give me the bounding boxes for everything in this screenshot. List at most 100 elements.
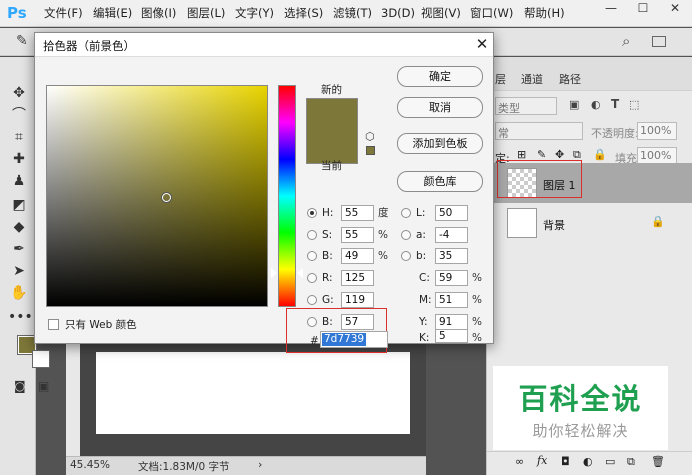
- drop-icon[interactable]: ◆: [8, 217, 30, 237]
- tab-channels[interactable]: 通道: [521, 71, 543, 87]
- minimize-button[interactable]: —: [596, 0, 626, 18]
- input-r[interactable]: 125: [341, 270, 374, 286]
- filter-pixel-icon[interactable]: ▣: [569, 98, 579, 111]
- new-layer-icon[interactable]: ⧉: [627, 455, 635, 469]
- filter-type-icon[interactable]: T: [611, 97, 619, 111]
- fx-icon[interactable]: fx: [537, 454, 547, 467]
- gamut-swatch[interactable]: [366, 146, 375, 155]
- unit-h: 度: [378, 207, 389, 219]
- stamp-icon[interactable]: ♟: [8, 171, 30, 191]
- filter-shape-icon[interactable]: ⬚: [629, 98, 639, 111]
- input-a[interactable]: -4: [435, 227, 468, 243]
- menu-type[interactable]: 文字(Y): [235, 5, 274, 22]
- tab-layers[interactable]: 层: [495, 71, 506, 87]
- crop-icon[interactable]: ⌗: [8, 127, 30, 147]
- input-l[interactable]: 50: [435, 205, 468, 221]
- menu-file[interactable]: 文件(F): [44, 5, 83, 22]
- radio-h[interactable]: [307, 208, 317, 218]
- input-b[interactable]: 49: [341, 248, 374, 264]
- menu-edit[interactable]: 编辑(E): [93, 5, 132, 22]
- menu-image[interactable]: 图像(I): [141, 5, 176, 22]
- radio-s[interactable]: [307, 230, 317, 240]
- watermark-title: 百科全说: [518, 382, 643, 416]
- color-picker-dialog: 拾色器（前景色） ✕ 新的 当前 ⬡ 确定 取消 添加到色板 颜色库 H: 55…: [34, 32, 494, 353]
- hue-slider-handle-right[interactable]: [297, 268, 303, 278]
- radio-a[interactable]: [401, 230, 411, 240]
- web-only-checkbox[interactable]: [48, 319, 59, 330]
- kind-filter-select[interactable]: 类型: [495, 97, 557, 115]
- search-icon[interactable]: ⌕: [622, 32, 630, 50]
- document-canvas[interactable]: [96, 352, 410, 434]
- color-field-cursor[interactable]: [162, 193, 171, 202]
- link-layers-icon[interactable]: ∞: [515, 455, 524, 468]
- unit-y: %: [472, 316, 482, 328]
- menu-3d[interactable]: 3D(D): [381, 5, 415, 22]
- eraser-icon[interactable]: ◩: [8, 195, 30, 215]
- zoom-level[interactable]: 45.45%: [70, 459, 110, 471]
- background-color-swatch[interactable]: [32, 350, 50, 368]
- more-icon[interactable]: •••: [8, 307, 33, 327]
- delete-layer-icon[interactable]: 🗑: [651, 455, 665, 468]
- radio-r[interactable]: [307, 273, 317, 283]
- quick-mask-icon[interactable]: ◙: [14, 379, 26, 393]
- label-r: R:: [322, 272, 333, 284]
- hue-slider-handle-left[interactable]: [271, 268, 277, 278]
- radio-b[interactable]: [307, 251, 317, 261]
- dialog-title: 拾色器（前景色）: [43, 39, 135, 53]
- lasso-icon[interactable]: ⌒: [8, 105, 30, 125]
- healing-icon[interactable]: ✚: [8, 149, 30, 169]
- radio-lab-b[interactable]: [401, 251, 411, 261]
- menu-help[interactable]: 帮助(H): [524, 5, 565, 22]
- unit-m: %: [472, 294, 482, 306]
- layer-row-background[interactable]: 背景 🔒: [487, 203, 692, 243]
- cube-icon[interactable]: ⬡: [365, 130, 375, 143]
- eyedropper-icon[interactable]: ✎: [16, 33, 28, 49]
- restore-button[interactable]: ☐: [628, 0, 658, 18]
- input-c[interactable]: 59: [435, 270, 468, 286]
- menu-window[interactable]: 窗口(W): [470, 5, 513, 22]
- menu-select[interactable]: 选择(S): [284, 5, 323, 22]
- menu-layer[interactable]: 图层(L): [187, 5, 225, 22]
- label-l: L:: [416, 207, 426, 219]
- menu-filter[interactable]: 滤镜(T): [333, 5, 372, 22]
- hand-icon[interactable]: ✋: [8, 283, 30, 303]
- hue-slider[interactable]: [278, 85, 296, 307]
- input-k[interactable]: 5: [435, 329, 468, 343]
- label-lab-b: b:: [416, 250, 427, 262]
- workspace-icon[interactable]: [652, 36, 666, 47]
- add-to-swatches-button[interactable]: 添加到色板: [397, 133, 483, 154]
- opacity-input[interactable]: 100%: [637, 122, 677, 140]
- blend-mode-select[interactable]: 常: [495, 122, 583, 140]
- group-icon[interactable]: ▭: [605, 455, 615, 468]
- pen-icon[interactable]: ✒: [8, 239, 30, 259]
- label-h: H:: [322, 207, 334, 219]
- input-s[interactable]: 55: [341, 227, 374, 243]
- radio-g[interactable]: [307, 295, 317, 305]
- hex-input[interactable]: 7d7739: [320, 331, 388, 348]
- status-arrow-icon[interactable]: ›: [258, 458, 262, 471]
- input-lab-b[interactable]: 35: [435, 248, 468, 264]
- adjustment-icon[interactable]: ◐: [583, 455, 593, 468]
- window-close-button[interactable]: ✕: [660, 0, 690, 18]
- lock-all-icon[interactable]: 🔒: [593, 148, 607, 161]
- filter-adjust-icon[interactable]: ◐: [591, 98, 601, 111]
- dialog-close-button[interactable]: ✕: [473, 35, 491, 53]
- input-g[interactable]: 119: [341, 292, 374, 308]
- move-icon[interactable]: ✥: [8, 83, 30, 103]
- select-arrow-icon[interactable]: ➤: [8, 261, 30, 281]
- input-m[interactable]: 51: [435, 292, 468, 308]
- ok-button[interactable]: 确定: [397, 66, 483, 87]
- color-field[interactable]: [46, 85, 268, 307]
- screen-mode-icon[interactable]: ▣: [38, 379, 49, 393]
- radio-l[interactable]: [401, 208, 411, 218]
- color-libraries-button[interactable]: 颜色库: [397, 171, 483, 192]
- tab-paths[interactable]: 路径: [559, 71, 581, 87]
- menu-view[interactable]: 视图(V): [421, 5, 461, 22]
- unit-b: %: [378, 250, 388, 262]
- input-y[interactable]: 91: [435, 314, 468, 330]
- cancel-button[interactable]: 取消: [397, 97, 483, 118]
- input-h[interactable]: 55: [341, 205, 374, 221]
- mask-icon[interactable]: ◘: [561, 455, 570, 468]
- opacity-label: 不透明度:: [591, 127, 639, 140]
- watermark: 百科全说 助你轻松解决: [493, 366, 668, 450]
